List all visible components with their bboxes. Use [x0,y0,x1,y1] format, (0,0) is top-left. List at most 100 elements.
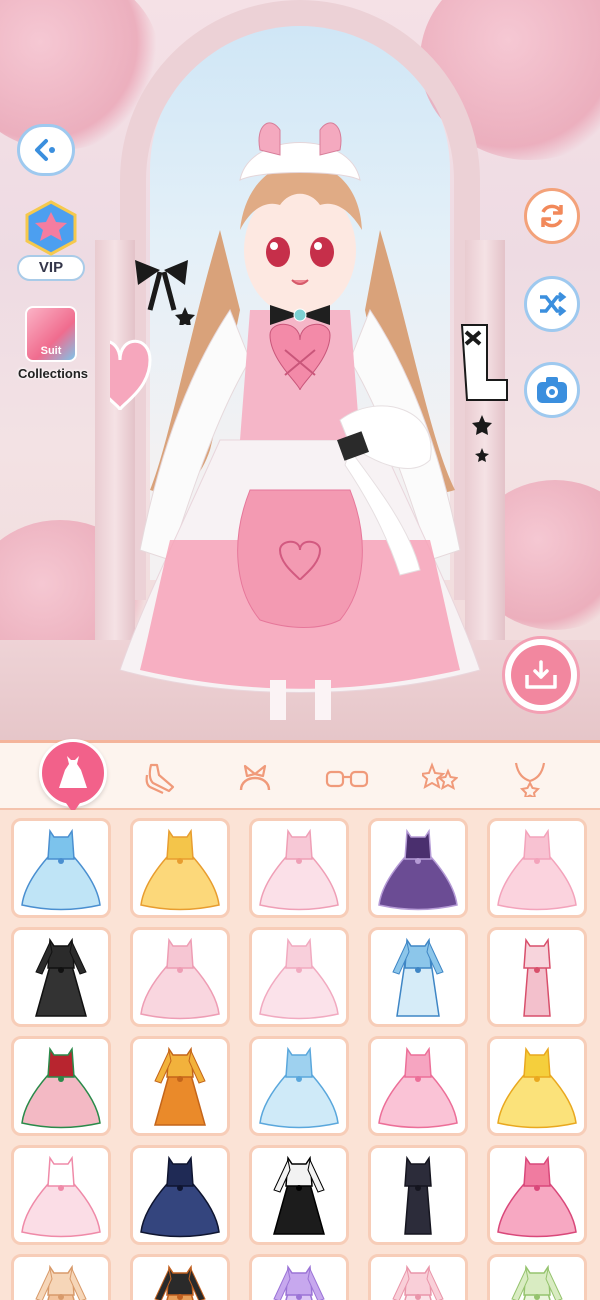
dress-bow [177,1185,183,1191]
dress-bodice [47,937,75,969]
dress-skirt [35,965,87,1017]
outfit-tile[interactable] [130,1254,230,1300]
outfit-tile[interactable] [368,1145,468,1245]
outfit-tile[interactable] [11,927,111,1027]
outfit-tile[interactable] [11,818,111,918]
tab-glasses[interactable] [307,745,387,811]
dress-thumbnail-icon [21,828,101,911]
outfit-tile[interactable] [487,1254,587,1300]
dress-bodice [47,1155,75,1187]
dress-thumbnail-icon [35,1264,87,1300]
dress-skirt [140,1183,220,1238]
tab-necklace[interactable] [490,745,570,811]
outfit-tile[interactable] [487,927,587,1027]
outfit-tile[interactable] [130,927,230,1027]
dress-bow [415,1076,421,1082]
dress-bodice [47,1264,75,1296]
dress-thumbnail-icon [497,1046,577,1129]
outfit-tile[interactable] [249,1145,349,1245]
dress-skirt [497,1183,577,1238]
reset-button[interactable] [524,188,580,244]
dress-bow [296,1294,302,1300]
back-button[interactable] [17,124,75,176]
outfit-tile[interactable] [130,1145,230,1245]
dress-bow [415,1294,421,1300]
dress-skirt [404,1183,432,1235]
outfit-grid [0,810,600,1300]
dress-bodice [404,828,432,860]
vip-star-icon [25,200,77,256]
camera-icon [537,377,567,403]
dress-skirt [378,1074,458,1129]
dress-bow [415,967,421,973]
dress-skirt [140,856,220,911]
tab-dress[interactable] [39,739,107,813]
dress-skirt [523,965,551,1017]
vip-button[interactable]: VIP [17,200,85,281]
dress-bow [296,858,302,864]
save-outfit-button[interactable] [502,636,580,714]
vip-label: VIP [17,255,85,281]
outfit-tile[interactable] [368,927,468,1027]
suit-collections-button[interactable]: Suit Collections [14,306,92,381]
outfit-tile[interactable] [130,818,230,918]
outfit-tile[interactable] [249,927,349,1027]
dress-thumbnail-icon [154,1046,206,1126]
shuffle-icon [540,291,567,317]
dress-thumbnail-icon [140,937,220,1020]
glasses-icon [325,770,369,788]
dress-thumbnail-icon [21,1155,101,1238]
outfit-tile[interactable] [11,1254,111,1300]
outfit-tile[interactable] [249,1254,349,1300]
dress-skirt [378,856,458,911]
dress-skirt [259,1074,339,1129]
dress-bodice [523,828,551,860]
outfit-tile[interactable] [11,1145,111,1245]
tab-shoes[interactable] [120,745,200,811]
chevron-left-icon [35,139,55,161]
outfit-tile[interactable] [130,1036,230,1136]
suit-card-label: Suit [40,345,62,357]
outfit-tile[interactable] [249,1036,349,1136]
dress-bodice [285,937,313,969]
outfit-tile[interactable] [368,818,468,918]
dress-thumbnail-icon [259,828,339,911]
dress-bodice [523,1155,551,1187]
dress-bodice [523,1264,551,1296]
screenshot-button[interactable] [524,362,580,418]
dress-bodice [404,1046,432,1078]
star-earrings-icon [422,762,458,790]
collections-label: Collections [17,366,89,381]
outfit-tile[interactable] [368,1254,468,1300]
random-outfit-button[interactable] [524,276,580,332]
character-avatar[interactable] [110,110,490,730]
dress-icon [59,756,87,788]
dress-bow [415,1185,421,1191]
dress-bow [177,967,183,973]
dress-thumbnail-icon [154,1264,206,1300]
dress-bow [177,1076,183,1082]
dress-bodice [404,937,432,969]
dress-bow [58,1185,64,1191]
dress-thumbnail-icon [392,937,444,1017]
outfit-tile[interactable] [487,818,587,918]
dress-skirt [21,1183,101,1238]
suit-card-icon: Suit [25,306,77,362]
dress-thumbnail-icon [523,937,551,1017]
outfit-tile[interactable] [11,1036,111,1136]
tab-headwear[interactable] [215,745,295,811]
dress-thumbnail-icon [497,828,577,911]
dress-bow [296,967,302,973]
dress-thumbnail-icon [140,828,220,911]
dress-thumbnail-icon [378,828,458,911]
tab-earrings[interactable] [400,745,480,811]
download-tray-icon [525,660,557,689]
outfit-tile[interactable] [487,1145,587,1245]
outfit-tile[interactable] [368,1036,468,1136]
dress-bow [58,967,64,973]
dress-bodice [47,1046,75,1078]
dress-bodice [523,937,551,969]
dress-skirt [273,1183,325,1235]
outfit-tile[interactable] [249,818,349,918]
outfit-tile[interactable] [487,1036,587,1136]
